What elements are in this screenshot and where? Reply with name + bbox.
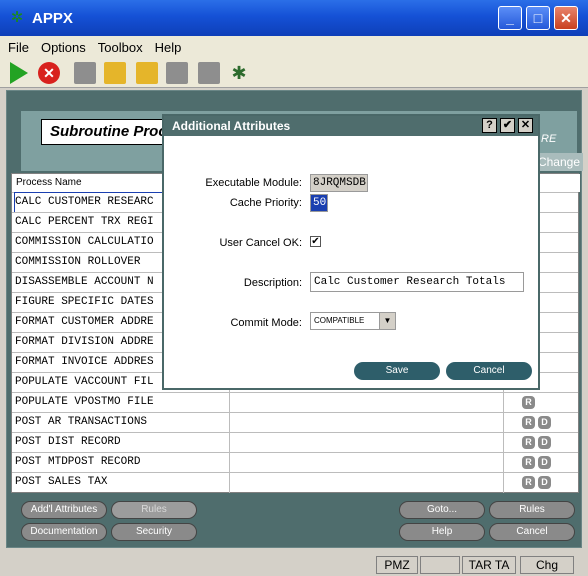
security-button[interactable]: Security [111,523,197,541]
dialog-body: Executable Module: 8JRQMSDB Cache Priori… [164,136,538,388]
dialog-title-text: Additional Attributes [172,119,291,133]
status-pmz: PMZ [376,556,418,574]
column-divider [229,413,230,433]
open-folder-icon[interactable] [136,62,158,84]
dialog-ok-button[interactable]: ✔ [500,118,515,133]
documentation-badge[interactable]: D [538,416,551,429]
cache-priority-label: Cache Priority: [229,197,302,209]
status-tar-ta: TAR TA [462,556,516,574]
column-divider [229,453,230,473]
cache-priority-field[interactable]: 50 [310,194,328,212]
menu-options[interactable]: Options [41,40,86,55]
addl-attributes-button[interactable]: Add'l Attributes [21,501,107,519]
minimize-button[interactable]: _ [498,6,522,30]
run-icon[interactable] [10,62,28,84]
goto-button[interactable]: Goto... [399,501,485,519]
window-title: APPX [32,9,73,27]
dialog-cancel-button[interactable]: Cancel [446,362,532,380]
change-tab[interactable]: Change [535,153,583,171]
table-row[interactable]: POST SALES TAX R D [12,472,578,493]
bottom-button-bar: Add'l Attributes Rules Documentation Sec… [11,495,579,547]
column-divider [503,393,504,413]
documentation-badge[interactable]: D [538,436,551,449]
toolbar: ✕ ✱ [0,58,588,88]
tv-folder-icon[interactable] [198,62,220,84]
description-field[interactable]: Calc Customer Research Totals [310,272,524,292]
column-divider [503,453,504,473]
rules-badge[interactable]: R [522,456,535,469]
executable-module-field[interactable]: 8JRQMSDB [310,174,368,192]
rules-badge[interactable]: R [522,436,535,449]
memo-folder-icon[interactable] [104,62,126,84]
table-row[interactable]: POST DIST RECORD R D [12,432,578,453]
description-label: Description: [243,277,302,289]
user-cancel-ok-checkbox[interactable]: ✔ [310,236,321,247]
column-divider [229,393,230,413]
documentation-button[interactable]: Documentation [21,523,107,541]
bug-icon[interactable]: ✱ [228,62,250,84]
executable-module-label: Executable Module: [205,177,302,189]
rules-badge[interactable]: R [522,396,535,409]
rules-badge[interactable]: R [522,416,535,429]
column-divider [503,433,504,453]
table-row[interactable]: POST MTDPOST RECORD R D [12,452,578,473]
menu-bar: File Options Toolbox Help [0,36,588,58]
dialog-title: Additional Attributes ? ✔ ✕ [164,116,538,136]
status-bar: PMZ TAR TA Chg [0,552,588,576]
process-name-cell: POST SALES TAX [15,476,108,488]
status-chg: Chg [520,556,574,574]
process-name-cell: POPULATE VPOSTMO FILE [15,396,154,408]
commit-mode-value: COMPATIBLE [314,316,365,325]
help-button[interactable]: Help [399,523,485,541]
documentation-badge[interactable]: D [538,476,551,489]
rules-left-button[interactable]: Rules [111,501,197,519]
dropdown-arrow-icon[interactable]: ▼ [379,313,395,329]
appx-icon: ✲ [10,9,24,26]
column-divider [229,473,230,493]
logo-text: RE [541,133,557,145]
dialog-help-button[interactable]: ? [482,118,497,133]
menu-toolbox[interactable]: Toolbox [98,40,143,55]
window-titlebar: ✲ APPX _ □ ✕ [0,0,588,36]
process-name-cell: POST MTDPOST RECORD [15,456,141,468]
close-button[interactable]: ✕ [554,6,578,30]
table-row[interactable]: POPULATE VPOSTMO FILE R [12,392,578,413]
user-cancel-ok-label: User Cancel OK: [219,237,302,249]
menu-help[interactable]: Help [155,40,182,55]
rules-badge[interactable]: R [522,476,535,489]
table-row[interactable]: POST AR TRANSACTIONS R D [12,412,578,433]
documentation-badge[interactable]: D [538,456,551,469]
commit-mode-label: Commit Mode: [230,317,302,329]
menu-file[interactable]: File [8,40,29,55]
process-name-cell: POST DIST RECORD [15,436,121,448]
column-divider [503,413,504,433]
save-button[interactable]: Save [354,362,440,380]
folder-icon[interactable] [74,62,96,84]
dialog-close-button[interactable]: ✕ [518,118,533,133]
process-name-cell: POST AR TRANSACTIONS [15,416,148,428]
cancel-button[interactable]: Cancel [489,523,575,541]
commit-mode-select[interactable]: COMPATIBLE ▼ [310,312,396,330]
rules-right-button[interactable]: Rules [489,501,575,519]
additional-attributes-dialog: Additional Attributes ? ✔ ✕ Executable M… [162,114,540,390]
stop-icon[interactable]: ✕ [38,62,60,84]
column-divider [503,473,504,493]
maximize-button[interactable]: □ [526,6,550,30]
disabled-folder-icon[interactable] [166,62,188,84]
status-blank [420,556,460,574]
column-divider [229,433,230,453]
